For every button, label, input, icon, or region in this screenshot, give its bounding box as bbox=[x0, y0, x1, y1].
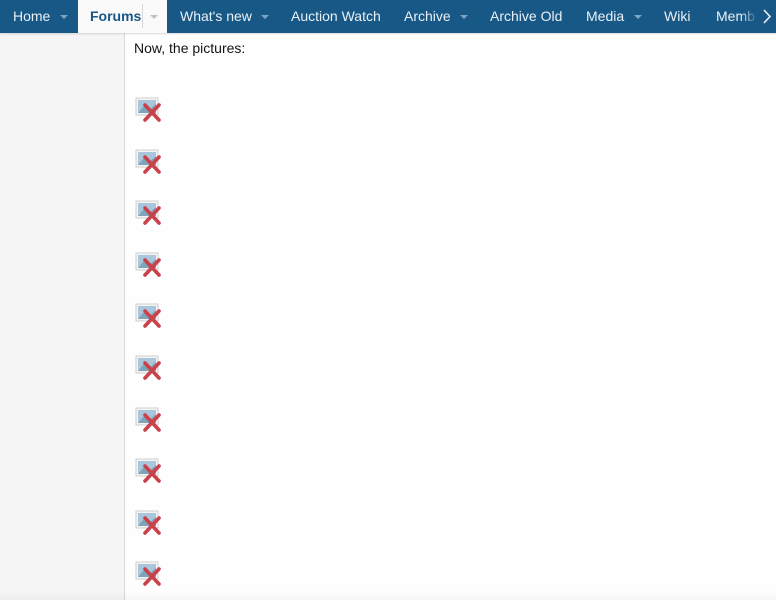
broken-image-icon[interactable] bbox=[135, 149, 163, 175]
broken-image-icon[interactable] bbox=[135, 510, 163, 536]
nav-item-label: Forums bbox=[90, 8, 142, 24]
main-navigation: Home Forums What's new Auction Watch Arc… bbox=[0, 0, 776, 33]
nav-item-whats-new[interactable]: What's new bbox=[167, 0, 277, 33]
broken-image-icon[interactable] bbox=[135, 97, 163, 123]
chevron-down-icon[interactable] bbox=[261, 15, 269, 19]
divider bbox=[142, 4, 143, 28]
nav-item-auction-watch[interactable]: Auction Watch bbox=[277, 0, 389, 33]
chevron-down-icon[interactable] bbox=[60, 15, 68, 19]
broken-image-icon[interactable] bbox=[135, 200, 163, 226]
post-content bbox=[125, 33, 776, 600]
nav-item-media[interactable]: Media bbox=[573, 0, 650, 33]
post-text: Now, the pictures: bbox=[134, 40, 246, 56]
nav-item-forums[interactable]: Forums bbox=[78, 0, 167, 33]
nav-item-label: Wiki bbox=[664, 8, 691, 24]
broken-image-icon[interactable] bbox=[135, 561, 163, 587]
chevron-down-icon[interactable] bbox=[150, 15, 158, 19]
chevron-down-icon[interactable] bbox=[460, 15, 468, 19]
nav-item-label: Archive bbox=[404, 8, 451, 24]
nav-item-archive-old[interactable]: Archive Old bbox=[477, 0, 573, 33]
nav-scroll-right-button[interactable] bbox=[760, 0, 776, 33]
broken-image-icon[interactable] bbox=[135, 303, 163, 329]
nav-item-label: What's new bbox=[180, 8, 252, 24]
nav-item-wiki[interactable]: Wiki bbox=[650, 0, 702, 33]
nav-item-archive[interactable]: Archive bbox=[389, 0, 477, 33]
nav-item-label: Archive Old bbox=[490, 8, 563, 24]
nav-fade bbox=[740, 0, 758, 33]
sidebar bbox=[0, 33, 125, 600]
nav-item-label: Media bbox=[586, 8, 625, 24]
broken-image-icon[interactable] bbox=[135, 355, 163, 381]
bottom-shadow bbox=[0, 590, 776, 600]
nav-item-home[interactable]: Home bbox=[0, 0, 78, 33]
broken-image-icon[interactable] bbox=[135, 407, 163, 433]
chevron-right-icon bbox=[763, 9, 772, 24]
nav-item-label: Home bbox=[13, 8, 51, 24]
chevron-down-icon[interactable] bbox=[634, 15, 642, 19]
broken-image-icon[interactable] bbox=[135, 458, 163, 484]
broken-image-icon[interactable] bbox=[135, 252, 163, 278]
nav-item-label: Auction Watch bbox=[291, 8, 381, 24]
